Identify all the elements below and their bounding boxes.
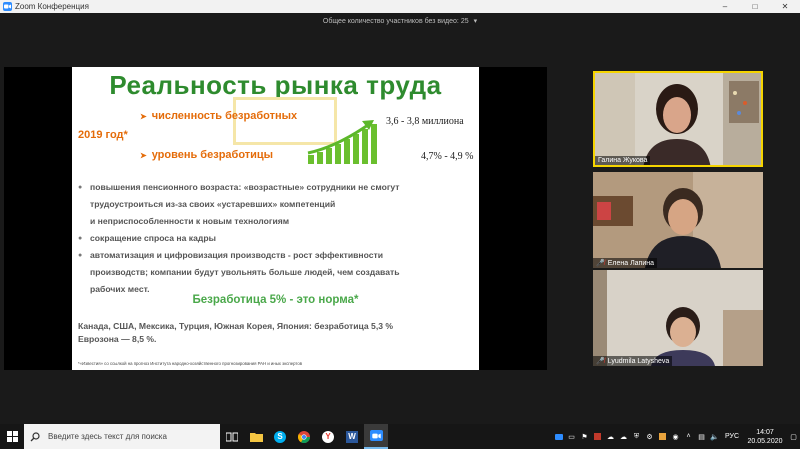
windows-logo-icon <box>6 431 18 442</box>
volume-icon[interactable]: 🔈 <box>708 424 721 449</box>
zoom-taskbar-icon[interactable] <box>364 424 388 449</box>
clock-time: 14:07 <box>756 428 774 436</box>
list-item-continuation: производств; компании будут увольнять бо… <box>90 267 400 277</box>
participant-name-tag: Галина Жукова <box>595 156 651 165</box>
participants-without-video-dropdown[interactable]: Общее количество участников без видео: 2… <box>0 17 800 25</box>
participant-name-tag: 🎤̸ Lyudmila Latysheva <box>593 356 673 366</box>
slide-footnote: *«Известия» со ссылкой на прогноз Инстит… <box>78 361 302 366</box>
countries-line-1: Канада, США, Мексика, Турция, Южная Коре… <box>78 321 394 331</box>
list-item: ● сокращение спроса на кадры <box>78 230 474 247</box>
bullet-icon: ● <box>78 235 83 242</box>
stat-unemployment-rate: ➤ уровень безработицы <box>140 149 273 161</box>
slide-year: 2019 год* <box>78 129 128 141</box>
bullet-list: ● повышения пенсионного возраста: «возрас… <box>78 179 474 298</box>
start-button[interactable] <box>0 424 24 449</box>
participant-video <box>593 172 763 268</box>
zoom-app-icon <box>3 2 12 11</box>
growth-chart-icon <box>307 120 377 164</box>
minimize-button[interactable]: – <box>710 0 740 13</box>
skype-icon[interactable]: S <box>268 424 292 449</box>
muted-mic-icon: 🎤̸ <box>596 358 605 365</box>
presentation-slide: Реальность рынка труда ➤ численность безр… <box>72 67 479 370</box>
taskbar-clock[interactable]: 14:07 20.05.2020 <box>743 428 787 446</box>
zoom-tray-icon[interactable] <box>552 424 565 449</box>
participant-video <box>595 73 761 165</box>
norm-headline: Безработица 5% - это норма* <box>192 294 359 306</box>
list-item-continuation: и неприспособленности к новым технология… <box>90 216 290 226</box>
language-indicator[interactable]: РУС <box>721 424 743 449</box>
participant-name-tag: 🎤̸ Елена Лапина <box>593 258 658 268</box>
gear-tray-icon[interactable]: ⚙ <box>643 424 656 449</box>
shared-screen[interactable]: Реальность рынка труда ➤ численность безр… <box>4 67 547 370</box>
list-item-continuation: трудоустроиться из-за своих «устаревших»… <box>90 199 336 209</box>
countries-line-2: Еврозона — 8,5 %. <box>78 334 157 344</box>
antivirus-tray-icon[interactable] <box>656 424 669 449</box>
bullet-icon: ● <box>78 252 83 259</box>
network-tray-icon[interactable]: ▭ <box>565 424 578 449</box>
word-icon[interactable]: W <box>340 424 364 449</box>
chevron-up-icon[interactable]: ˄ <box>682 424 695 449</box>
flag-tray-icon[interactable]: ⚑ <box>578 424 591 449</box>
chevron-down-icon: ▾ <box>473 18 478 25</box>
window-titlebar: Zoom Конференция – □ ✕ <box>0 0 800 13</box>
window-title: Zoom Конференция <box>15 2 89 11</box>
video-tile[interactable]: 🎤̸ Елена Лапина <box>593 172 763 268</box>
system-tray: ▭ ⚑ ☁ ☁ ⛨ ⚙ ◉ ˄ ▤ 🔈 РУС 14:07 20.05.2020… <box>552 424 800 449</box>
yandex-icon[interactable]: Y <box>316 424 340 449</box>
participants-count-label: Общее количество участников без видео: 2… <box>322 18 469 25</box>
maximize-button[interactable]: □ <box>740 0 770 13</box>
list-item: ● повышения пенсионного возраста: «возрас… <box>78 179 474 196</box>
chrome-icon[interactable] <box>292 424 316 449</box>
shield-tray-icon[interactable]: ⛨ <box>630 424 643 449</box>
taskbar-search-box[interactable]: Введите здесь текст для поиска <box>24 424 220 449</box>
close-button[interactable]: ✕ <box>770 0 800 13</box>
stat1-label: численность безработных <box>151 110 298 122</box>
clock-date: 20.05.2020 <box>747 437 783 445</box>
search-placeholder: Введите здесь текст для поиска <box>48 432 167 441</box>
stat-unemployed-count: ➤ численность безработных <box>140 110 297 122</box>
task-view-icon[interactable] <box>220 424 244 449</box>
participant-video <box>593 270 763 366</box>
countries-text: Канада, США, Мексика, Турция, Южная Коре… <box>78 320 393 346</box>
wifi-icon[interactable]: ▤ <box>695 424 708 449</box>
video-tile[interactable]: Галина Жукова <box>593 71 763 167</box>
cloud-tray-icon[interactable]: ☁ <box>617 424 630 449</box>
bullet-icon: ● <box>78 184 83 191</box>
muted-mic-icon: 🎤̸ <box>596 260 605 267</box>
stat2-value: 4,7% - 4,9 % <box>421 151 474 162</box>
app-tray-icon[interactable] <box>591 424 604 449</box>
video-tile[interactable]: 🎤̸ Lyudmila Latysheva <box>593 270 763 366</box>
zoom-meeting-area: Общее количество участников без видео: 2… <box>0 13 800 424</box>
arrow-bullet-icon: ➤ <box>140 151 147 160</box>
notifications-icon[interactable]: ▢ <box>787 424 800 449</box>
file-explorer-icon[interactable] <box>244 424 268 449</box>
stat2-label: уровень безработицы <box>151 149 274 161</box>
eye-tray-icon[interactable]: ◉ <box>669 424 682 449</box>
windows-taskbar: Введите здесь текст для поиска S Y W ▭ ⚑… <box>0 424 800 449</box>
cloud-tray-icon[interactable]: ☁ <box>604 424 617 449</box>
stat1-value: 3,6 - 3,8 миллиона <box>386 116 464 127</box>
list-item: ● автоматизация и цифровизация производст… <box>78 247 474 264</box>
search-icon <box>30 431 40 441</box>
arrow-bullet-icon: ➤ <box>140 112 147 121</box>
